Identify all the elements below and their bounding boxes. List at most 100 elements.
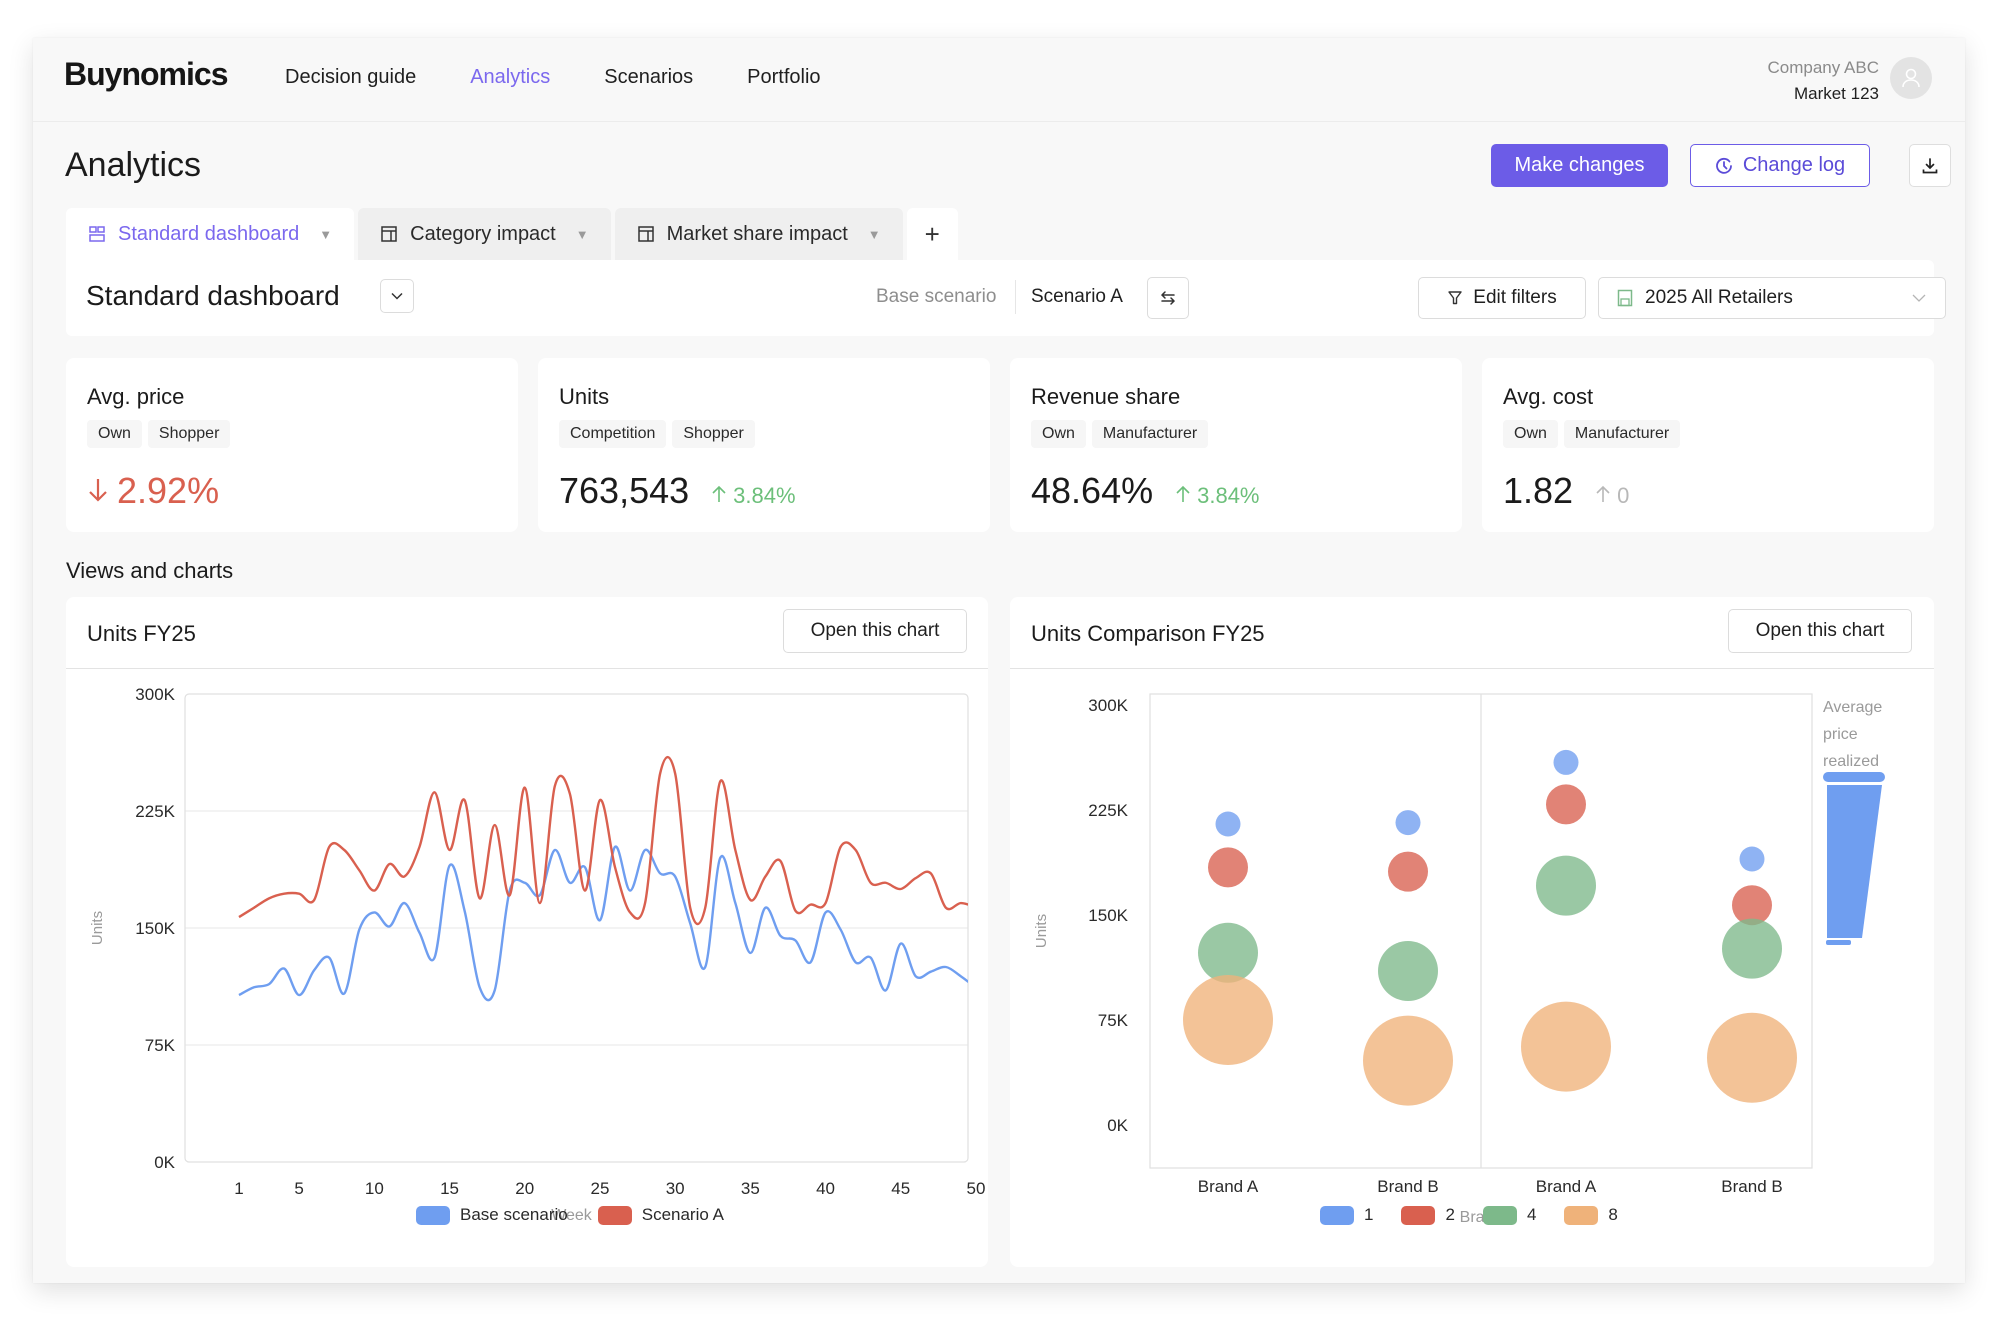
legend-label: 8 <box>1608 1205 1618 1224</box>
avatar[interactable] <box>1890 57 1932 99</box>
kpi-tag: Own <box>1031 420 1086 448</box>
top-navigation: Buynomics Decision guide Analytics Scena… <box>33 38 1965 122</box>
download-button[interactable] <box>1909 144 1951 187</box>
kpi-value: 2.92% <box>87 470 219 512</box>
x-tick-label: 1 <box>234 1179 243 1198</box>
bubble-chart[interactable]: 0K 75K 150K 225K 300K Brand A Brand B Brand A B… <box>1010 668 1934 1268</box>
series-base-scenario[interactable] <box>238 845 988 1002</box>
kpi-tag: Competition <box>559 420 667 448</box>
tab-label: Category impact <box>410 222 556 245</box>
kpi-main-value: 763,543 <box>559 470 690 511</box>
swap-icon <box>1160 291 1176 305</box>
legend-swatch <box>416 1205 450 1225</box>
series-scenario-a[interactable] <box>238 755 988 926</box>
bubble[interactable] <box>1739 846 1765 872</box>
add-tab-button[interactable]: + <box>906 208 958 260</box>
kpi-value: 48.64% 3.84% <box>1031 470 1260 512</box>
caret-down-icon[interactable]: ▼ <box>868 227 881 242</box>
chevron-down-icon <box>1912 294 1926 302</box>
nav-portfolio[interactable]: Portfolio <box>747 66 820 89</box>
bubble[interactable] <box>1208 847 1248 888</box>
logo[interactable]: Buynomics <box>64 56 228 93</box>
edit-filters-label: Edit filters <box>1473 287 1557 308</box>
arrow-up-icon <box>1596 485 1610 502</box>
main-nav: Decision guide Analytics Scenarios Portf… <box>285 66 875 89</box>
filter-icon <box>1448 291 1462 305</box>
bubble[interactable] <box>1722 918 1782 979</box>
bubble[interactable] <box>1215 811 1241 837</box>
bubble[interactable] <box>1553 749 1579 775</box>
page-title: Analytics <box>65 146 202 184</box>
series-line[interactable] <box>238 845 988 1002</box>
kpi-tags: Own Manufacturer <box>1503 420 1681 448</box>
bubble-series-2 <box>1208 784 1772 926</box>
legend-swatch <box>1320 1205 1354 1225</box>
kpi-tags: Own Manufacturer <box>1031 420 1209 448</box>
kpi-value: 763,543 3.84% <box>559 470 796 512</box>
nav-analytics[interactable]: Analytics <box>470 66 550 89</box>
x-tick-label: Brand A <box>1536 1177 1597 1196</box>
kpi-delta-value: 2.92% <box>117 470 220 511</box>
tab-standard-dashboard[interactable]: Standard dashboard ▼ <box>66 208 355 260</box>
bubble[interactable] <box>1183 975 1273 1065</box>
legend-item-scenario-a[interactable]: Scenario A <box>597 1205 724 1225</box>
y-tick-label: 75K <box>145 1036 176 1055</box>
legend-item-base-scenario[interactable]: Base scenario <box>416 1205 568 1225</box>
bubble[interactable] <box>1378 941 1438 1001</box>
x-tick-label: 25 <box>590 1179 609 1198</box>
tab-market-share-impact[interactable]: Market share impact ▼ <box>614 208 903 260</box>
bubble-series-4 <box>1198 855 1782 1001</box>
open-chart-button[interactable]: Open this chart <box>1728 609 1912 653</box>
arrow-up-icon <box>712 485 726 502</box>
x-tick-label: 50 <box>966 1179 985 1198</box>
bubble[interactable] <box>1536 855 1596 916</box>
bubble[interactable] <box>1395 810 1421 836</box>
size-legend-title: Average <box>1823 699 1882 716</box>
arrow-down-icon <box>89 479 107 502</box>
scenario-name[interactable]: Scenario A <box>1031 286 1123 308</box>
caret-down-icon[interactable]: ▼ <box>576 227 589 242</box>
user-icon <box>1902 68 1920 88</box>
size-legend-base <box>1826 940 1851 945</box>
line-chart-legend: Base scenario Scenario A <box>416 1205 724 1225</box>
x-tick-label: 15 <box>440 1179 459 1198</box>
nav-scenarios[interactable]: Scenarios <box>604 66 693 89</box>
bubble[interactable] <box>1198 922 1258 983</box>
account-info[interactable]: Company ABC Market 123 <box>1768 55 1880 107</box>
bubble[interactable] <box>1363 1015 1453 1106</box>
legend-item-4[interactable]: 4 <box>1482 1205 1536 1225</box>
y-tick-label: 225K <box>1088 801 1128 820</box>
retailer-select[interactable]: 2025 All Retailers <box>1598 277 1946 319</box>
legend-label: 2 <box>1445 1205 1455 1224</box>
x-tick-label: Brand B <box>1377 1177 1438 1196</box>
bubble[interactable] <box>1388 851 1428 892</box>
kpi-card-avg-price: Avg. price Own Shopper 2.92% <box>66 358 518 532</box>
bubble[interactable] <box>1546 784 1586 825</box>
dashboard-menu-button[interactable] <box>380 279 414 313</box>
bubble[interactable] <box>1707 1012 1797 1103</box>
legend-item-8[interactable]: 8 <box>1564 1205 1618 1225</box>
y-axis-label: Units <box>1033 914 1050 948</box>
tab-category-impact[interactable]: Category impact ▼ <box>358 208 611 260</box>
bubble[interactable] <box>1521 1001 1611 1092</box>
x-tick-label: Brand A <box>1198 1177 1259 1196</box>
change-log-button[interactable]: Change log <box>1690 144 1870 187</box>
legend-item-1[interactable]: 1 <box>1320 1205 1373 1225</box>
legend-item-2[interactable]: 2 <box>1401 1205 1455 1225</box>
series-line[interactable] <box>238 755 988 926</box>
dashboard-icon <box>89 226 105 242</box>
y-axis-label: Units <box>89 911 106 945</box>
edit-filters-button[interactable]: Edit filters <box>1418 277 1586 319</box>
line-chart[interactable]: 0K75K150K225K300K 1 5 10 15 20 25 30 35 40 45 50 U… <box>66 668 988 1268</box>
caret-down-icon[interactable]: ▼ <box>319 227 332 242</box>
chevron-down-icon <box>391 292 403 300</box>
layout-icon <box>637 226 654 242</box>
swap-scenarios-button[interactable] <box>1147 277 1189 319</box>
make-changes-button[interactable]: Make changes <box>1491 144 1668 187</box>
open-chart-button[interactable]: Open this chart <box>783 609 967 653</box>
company-name: Company ABC <box>1767 58 1880 77</box>
y-tick-label: 150K <box>1088 906 1128 925</box>
nav-decision-guide[interactable]: Decision guide <box>285 66 416 89</box>
dashboard-header: Standard dashboard Base scenario Scenari… <box>66 260 1946 336</box>
kpi-delta-value: 0 <box>1617 483 1630 508</box>
